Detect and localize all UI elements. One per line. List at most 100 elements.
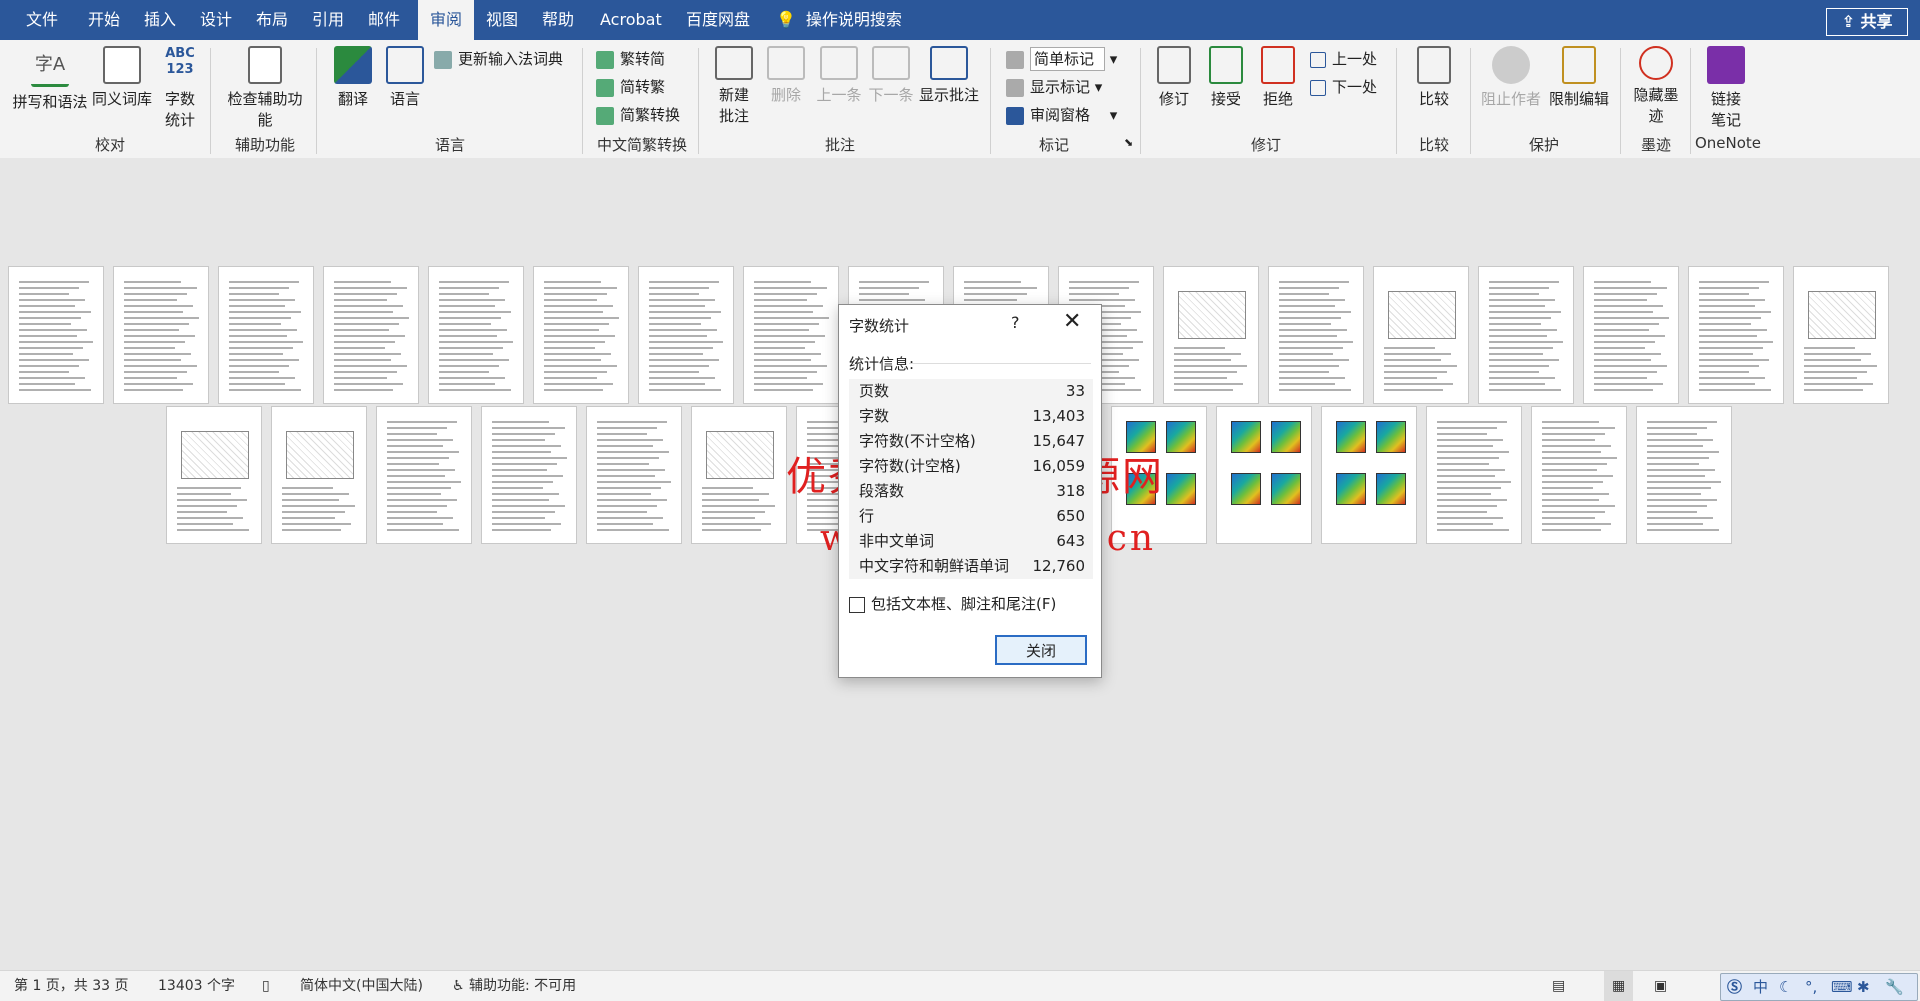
language-button[interactable]: 语言 bbox=[382, 46, 428, 109]
check-accessibility-button[interactable]: 检查辅助功能 bbox=[222, 46, 308, 130]
text-line bbox=[1279, 317, 1341, 319]
tab-references[interactable]: 引用 bbox=[306, 0, 350, 40]
share-button[interactable]: ⇪ 共享 bbox=[1826, 8, 1908, 36]
page-thumbnail[interactable] bbox=[323, 266, 419, 404]
compare-button[interactable]: 比较 bbox=[1410, 46, 1458, 109]
page-thumbnail[interactable] bbox=[1531, 406, 1627, 544]
text-line bbox=[124, 359, 181, 361]
accept-icon bbox=[1209, 46, 1243, 84]
page-thumbnail[interactable] bbox=[1373, 266, 1469, 404]
translate-button[interactable]: 翻译 bbox=[330, 46, 376, 109]
page-thumbnail[interactable] bbox=[1688, 266, 1784, 404]
tab-view[interactable]: 视图 bbox=[480, 0, 524, 40]
thesaurus-button[interactable]: 同义词库 bbox=[90, 46, 154, 109]
search-box[interactable]: 💡 操作说明搜索 bbox=[776, 0, 902, 40]
page-count[interactable]: 第 1 页，共 33 页 bbox=[14, 971, 129, 1001]
page-thumbnail[interactable] bbox=[1793, 266, 1889, 404]
tracking-dialog-launcher[interactable]: ⬊ bbox=[1124, 130, 1133, 156]
tab-home[interactable]: 开始 bbox=[82, 0, 126, 40]
word-count[interactable]: 13403 个字 bbox=[158, 971, 235, 1001]
page-thumbnail[interactable] bbox=[691, 406, 787, 544]
page-thumbnail[interactable] bbox=[1636, 406, 1732, 544]
tab-review[interactable]: 审阅 bbox=[418, 0, 475, 40]
close-icon[interactable]: ✕ bbox=[1063, 309, 1081, 334]
page-thumbnail[interactable] bbox=[1426, 406, 1522, 544]
tab-help[interactable]: 帮助 bbox=[536, 0, 580, 40]
show-comments-button[interactable]: 显示批注 bbox=[918, 46, 980, 105]
page-thumbnail[interactable] bbox=[1321, 406, 1417, 544]
accessibility-status[interactable]: ♿ 辅助功能: 不可用 bbox=[452, 971, 576, 1001]
page-thumbnail[interactable] bbox=[743, 266, 839, 404]
tab-baidu[interactable]: 百度网盘 bbox=[680, 0, 756, 40]
skin-icon[interactable]: ✱ bbox=[1857, 974, 1870, 1000]
delete-comment-button[interactable]: 删除 bbox=[762, 46, 810, 105]
page-thumbnail[interactable] bbox=[8, 266, 104, 404]
new-comment-button[interactable]: 新建批注 bbox=[710, 46, 758, 126]
page-thumbnail[interactable] bbox=[376, 406, 472, 544]
checkbox-box[interactable] bbox=[849, 596, 865, 613]
next-change-button[interactable]: 下一处 bbox=[1310, 74, 1377, 100]
web-layout-icon[interactable]: ▣ bbox=[1654, 971, 1667, 1001]
tab-layout[interactable]: 布局 bbox=[250, 0, 294, 40]
page-thumbnail[interactable] bbox=[271, 406, 367, 544]
page-thumbnail[interactable] bbox=[1216, 406, 1312, 544]
text-line bbox=[544, 335, 615, 337]
proofing-status-icon[interactable]: ▯ bbox=[262, 971, 270, 1001]
tab-mailings[interactable]: 邮件 bbox=[362, 0, 406, 40]
group-protect: 保护 bbox=[1528, 136, 1559, 154]
page-thumbnail[interactable] bbox=[428, 266, 524, 404]
prev-comment-button[interactable]: 上一条 bbox=[814, 46, 864, 105]
page-thumbnail[interactable] bbox=[1583, 266, 1679, 404]
text-line bbox=[1279, 293, 1329, 295]
track-changes-button[interactable]: 修订 bbox=[1150, 46, 1198, 109]
markup-select[interactable]: 简单标记 ▾ bbox=[1006, 46, 1117, 72]
spelling-icon: 字A bbox=[31, 46, 69, 87]
review-pane-button[interactable]: 审阅窗格 ▾ bbox=[1006, 102, 1117, 128]
page-thumbnail[interactable] bbox=[218, 266, 314, 404]
prev-change-button[interactable]: 上一处 bbox=[1310, 46, 1377, 72]
page-thumbnail[interactable] bbox=[113, 266, 209, 404]
spelling-button[interactable]: 字A 拼写和语法 bbox=[10, 46, 90, 112]
reject-button[interactable]: 拒绝 bbox=[1254, 46, 1302, 109]
text-line bbox=[124, 365, 197, 367]
keyboard-icon[interactable]: ⌨ bbox=[1831, 974, 1853, 1000]
page-thumbnail[interactable] bbox=[638, 266, 734, 404]
tab-file[interactable]: 文件 bbox=[20, 0, 64, 40]
language-status[interactable]: 简体中文(中国大陆) bbox=[300, 971, 423, 1001]
link-notes-button[interactable]: 链接笔记 bbox=[1698, 46, 1754, 130]
page-thumbnail[interactable] bbox=[166, 406, 262, 544]
block-authors-button[interactable]: 阻止作者 bbox=[1478, 46, 1544, 109]
wrench-icon[interactable]: 🔧 bbox=[1885, 974, 1904, 1000]
punctuation-icon[interactable]: °, bbox=[1805, 974, 1817, 1000]
close-button[interactable]: 关闭 bbox=[995, 635, 1087, 665]
text-line bbox=[754, 293, 817, 295]
tab-insert[interactable]: 插入 bbox=[138, 0, 182, 40]
page-thumbnail[interactable] bbox=[1478, 266, 1574, 404]
page-thumbnail[interactable] bbox=[1268, 266, 1364, 404]
ime-toolbar[interactable]: Ⓢ 中 ☾ °, ⌨ ✱ 🔧 bbox=[1720, 973, 1918, 1001]
s2t-button[interactable]: 简转繁 bbox=[596, 74, 665, 100]
show-markup-button[interactable]: 显示标记 ▾ bbox=[1006, 74, 1102, 100]
accept-button[interactable]: 接受 bbox=[1202, 46, 1250, 109]
print-layout-icon[interactable]: ▦ bbox=[1604, 971, 1634, 1001]
read-mode-icon[interactable]: ▤ bbox=[1552, 971, 1565, 1001]
next-comment-button[interactable]: 下一条 bbox=[866, 46, 916, 105]
tab-acrobat[interactable]: Acrobat bbox=[594, 0, 668, 40]
page-thumbnail[interactable] bbox=[1163, 266, 1259, 404]
convert-button[interactable]: 简繁转换 bbox=[596, 102, 680, 128]
page-thumbnail[interactable] bbox=[481, 406, 577, 544]
page-thumbnail[interactable] bbox=[586, 406, 682, 544]
text-line bbox=[1542, 529, 1601, 531]
help-button[interactable]: ? bbox=[1011, 313, 1020, 332]
ime-mode[interactable]: 中 bbox=[1753, 974, 1768, 1000]
update-ime-button[interactable]: 更新输入法词典 bbox=[434, 46, 563, 72]
hide-ink-button[interactable]: 隐藏墨迹 bbox=[1628, 46, 1684, 126]
page-thumbnail[interactable] bbox=[533, 266, 629, 404]
moon-icon[interactable]: ☾ bbox=[1779, 974, 1792, 1000]
text-line bbox=[1542, 469, 1597, 471]
t2s-button[interactable]: 繁转简 bbox=[596, 46, 665, 72]
restrict-editing-button[interactable]: 限制编辑 bbox=[1546, 46, 1612, 109]
wordcount-button[interactable]: ABC 123 字数统计 bbox=[156, 46, 204, 130]
include-textboxes-checkbox[interactable]: 包括文本框、脚注和尾注(F) bbox=[849, 593, 1056, 614]
tab-design[interactable]: 设计 bbox=[194, 0, 238, 40]
